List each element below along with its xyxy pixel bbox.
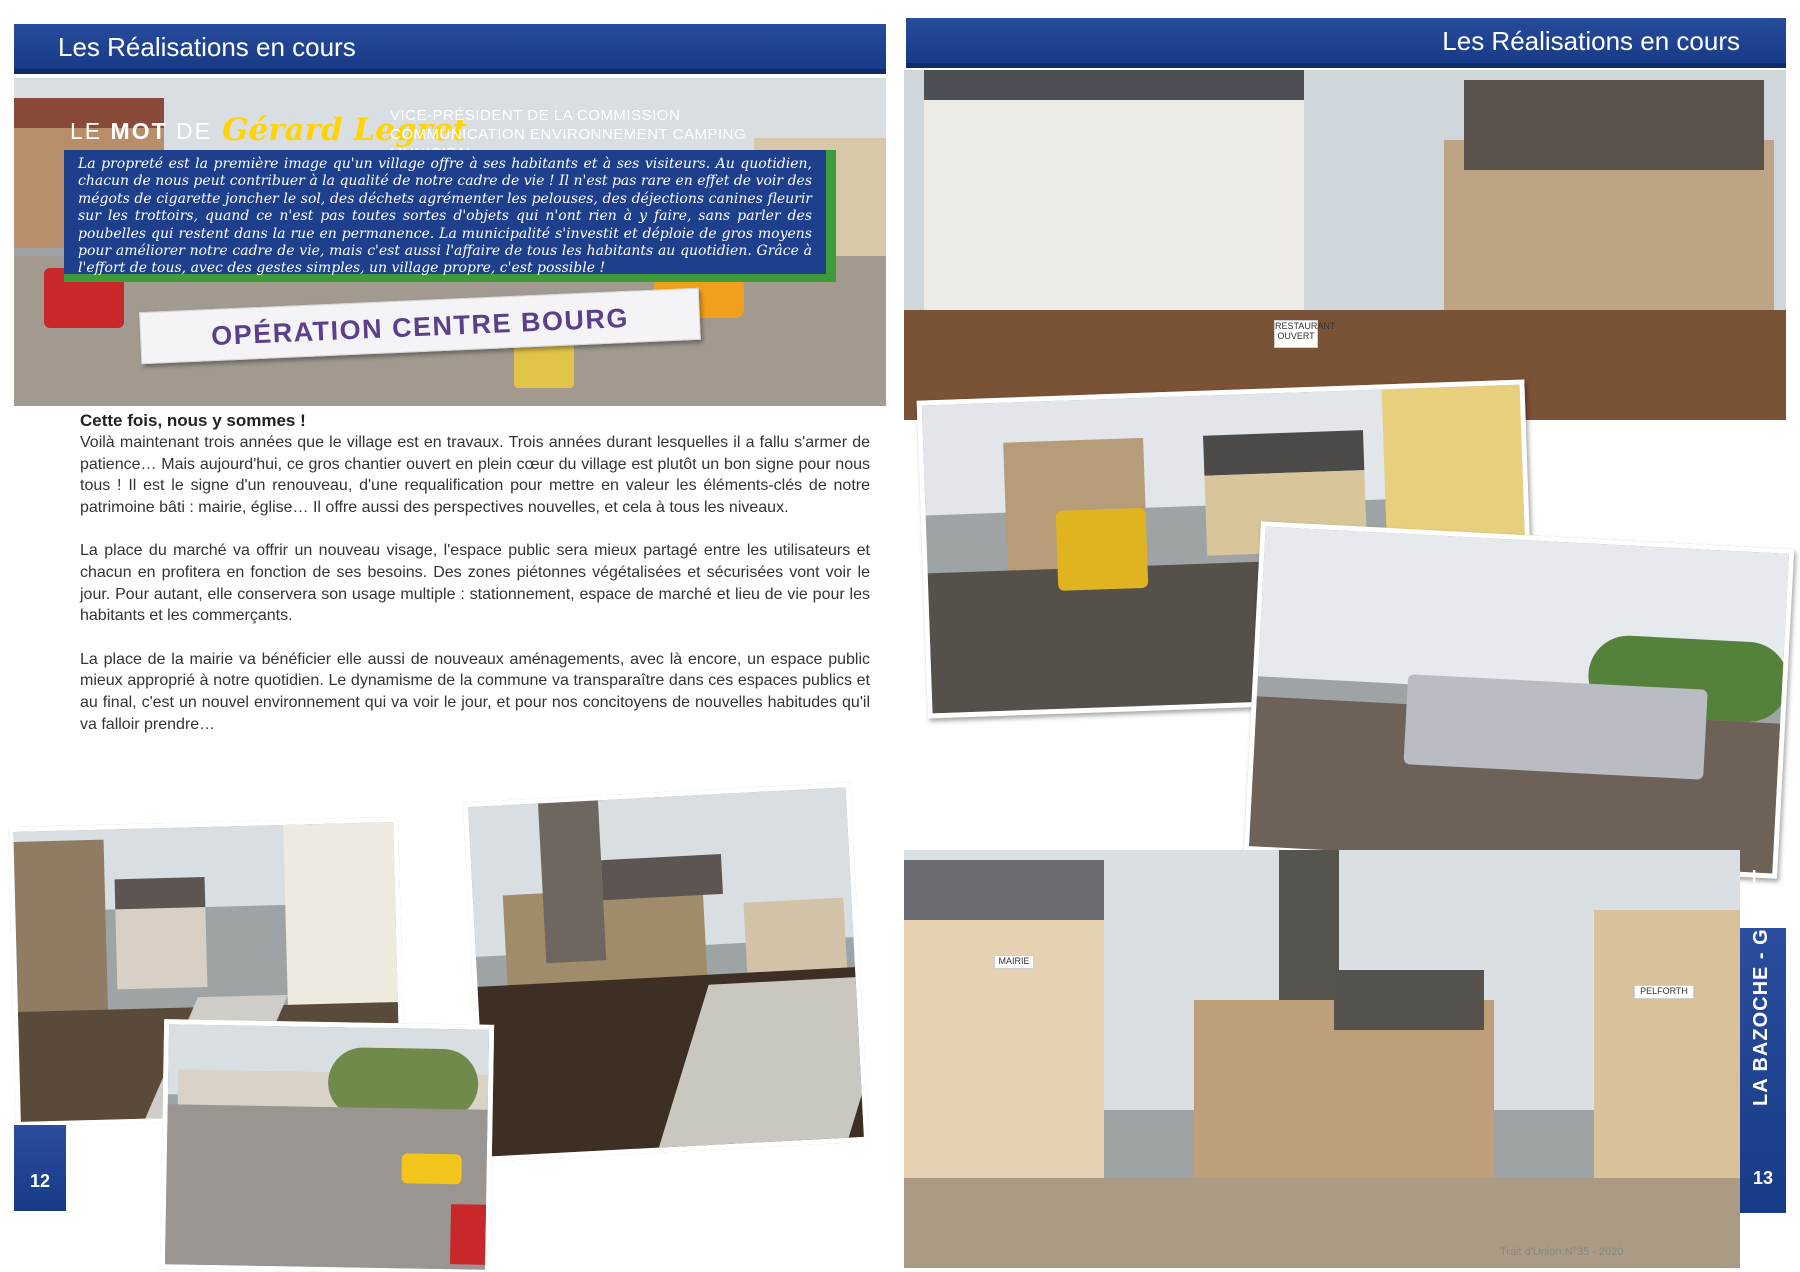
magazine-footer: Trait d'Union N°35 - 2020 [1500,1246,1624,1258]
page-number-left: 12 [14,1125,66,1211]
editorial-quote: La propreté est la première image qu'un … [64,150,836,282]
photo-church-tower-square [462,782,870,1162]
photo-mairie-church-works: RESTAURANT OUVERT [904,70,1786,420]
photo-milling-machine [1243,521,1795,879]
mot-de-title: LE MOT DE Gérard Legret VICE-PRÉSIDENT D… [70,107,830,162]
article-paragraph-1: Voilà maintenant trois années que le vil… [80,434,870,516]
right-page-header: Les Réalisations en cours [906,18,1786,68]
left-page-header: Les Réalisations en cours [14,24,886,74]
article-paragraph-3: La place de la mairie va bénéficier elle… [80,650,870,733]
page-number-right: 13 [1752,1168,1774,1188]
mot-lead: LE MOT DE [70,118,212,144]
sign-restaurant: RESTAURANT OUVERT [1274,320,1335,348]
article-heading: Cette fois, nous y sommes ! [80,411,306,430]
sign-pelforth: PELFORTH [1634,985,1694,999]
article-body: Cette fois, nous y sommes ! Voilà mainte… [80,410,870,757]
article-paragraph-2: La place du marché va offrir un nouveau … [80,542,870,625]
magazine-spread: Les Réalisations en cours LE MOT DE Géra… [0,0,1800,1272]
page-side-tab: LA BAZOCHE - GOUET 13 [1740,868,1786,1213]
town-name-vertical: LA BAZOCHE - GOUET [1750,868,1772,1106]
photo-market-square [159,1019,495,1272]
sign-mairie: MAIRIE [994,955,1034,969]
photo-mairie-church-square: MAIRIE PELFORTH [904,850,1740,1268]
